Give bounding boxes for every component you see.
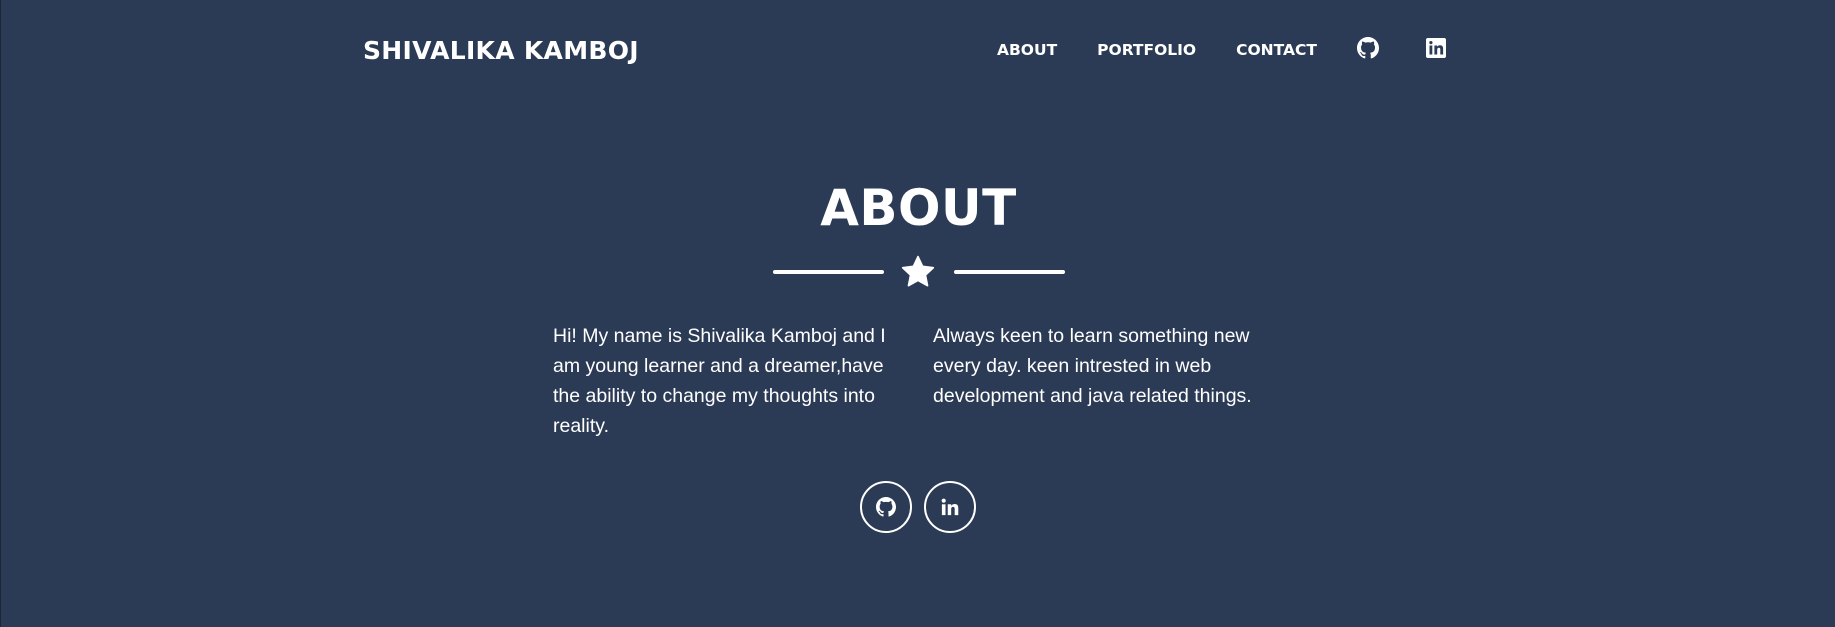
nav-link-portfolio[interactable]: PORTFOLIO (1097, 38, 1196, 62)
navbar: SHIVALIKA KAMBOJ ABOUT PORTFOLIO CONTACT (1, 0, 1835, 100)
about-paragraph-left: Hi! My name is Shivalika Kamboj and I am… (553, 325, 886, 437)
nav-linkedin-link[interactable] (1425, 37, 1447, 59)
nav-link-contact[interactable]: CONTACT (1236, 38, 1317, 62)
github-icon (876, 497, 896, 517)
social-links (860, 481, 988, 533)
divider-line-left (773, 270, 884, 274)
brand-logo-text[interactable]: SHIVALIKA KAMBOJ (363, 34, 639, 68)
github-icon (1357, 37, 1379, 59)
nav-github-link[interactable] (1357, 37, 1379, 59)
title-divider (773, 254, 1065, 290)
linkedin-icon (1426, 38, 1446, 58)
star-icon (901, 255, 935, 287)
about-paragraph-right: Always keen to learn something new every… (933, 325, 1252, 407)
divider-line-right (954, 270, 1065, 274)
nav-links: ABOUT PORTFOLIO CONTACT (997, 37, 1446, 62)
linkedin-icon (941, 498, 959, 516)
github-button[interactable] (860, 481, 912, 533)
page-title: ABOUT (820, 179, 1017, 237)
linkedin-button[interactable] (924, 481, 976, 533)
nav-link-about[interactable]: ABOUT (997, 38, 1057, 62)
